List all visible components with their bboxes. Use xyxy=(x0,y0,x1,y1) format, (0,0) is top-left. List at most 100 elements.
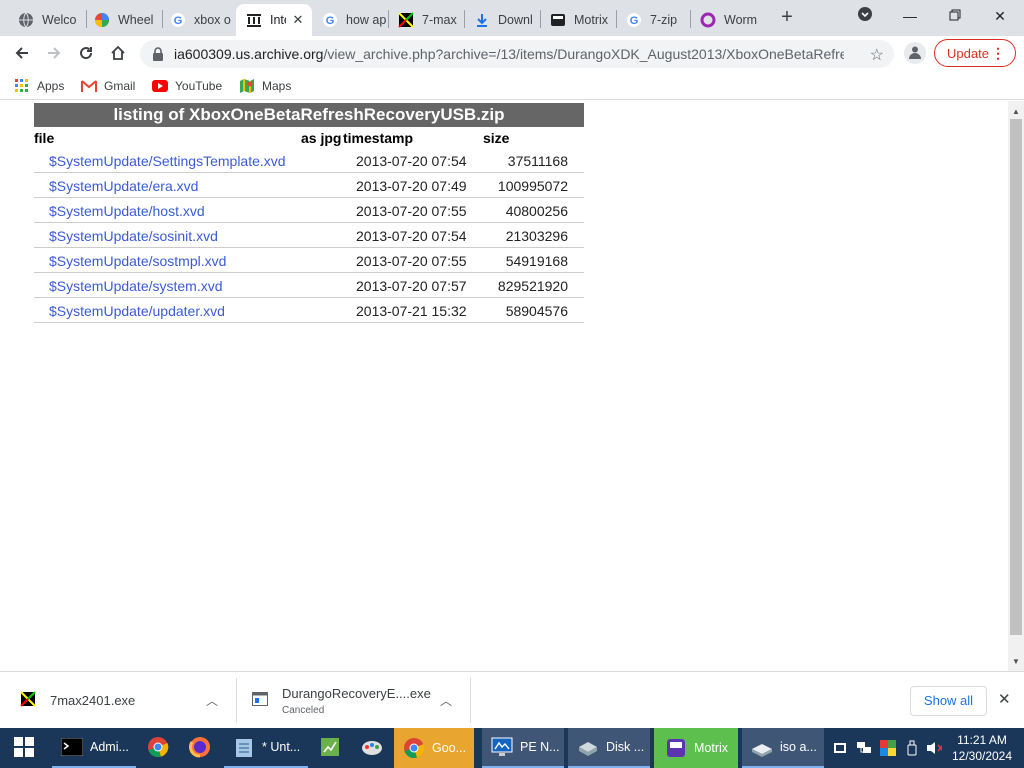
bookmark-label: Maps xyxy=(262,79,292,93)
taskbar-item-disk[interactable]: Disk ... xyxy=(568,728,650,768)
chrome-icon xyxy=(402,736,426,760)
arrow-right-icon xyxy=(46,45,62,64)
taskbar-item-google-chrome-window[interactable]: Goo... xyxy=(394,728,474,768)
reload-button[interactable] xyxy=(72,40,100,68)
forward-button[interactable] xyxy=(40,40,68,68)
tab-worm[interactable]: Worm xyxy=(690,4,766,36)
file-link[interactable]: $SystemUpdate/sostmpl.xvd xyxy=(49,253,226,269)
tab-internet-archive[interactable]: Inte ✕ xyxy=(236,4,312,36)
tab-title: Worm xyxy=(724,13,758,27)
address-bar[interactable]: ia600309.us.archive.org/view_archive.php… xyxy=(140,40,894,68)
minimize-button[interactable]: — xyxy=(888,2,932,30)
youtube-icon xyxy=(152,78,168,94)
scrollbar-thumb[interactable] xyxy=(1010,119,1022,635)
restore-button[interactable] xyxy=(933,2,977,30)
volume-muted-icon[interactable] xyxy=(926,740,942,756)
close-window-button[interactable]: ✕ xyxy=(978,2,1022,30)
download-divider xyxy=(236,678,237,723)
tab-title: how ap xyxy=(346,13,387,27)
size-cell: 21303296 xyxy=(505,228,568,244)
color-app-icon[interactable] xyxy=(880,740,896,756)
taskbar-label: Admi... xyxy=(90,740,129,754)
vertical-scrollbar[interactable]: ▲ ▼ xyxy=(1008,101,1024,671)
tab-search-button[interactable] xyxy=(843,2,887,30)
chevron-up-icon[interactable]: ︿ xyxy=(440,692,452,709)
column-header-file: file xyxy=(34,130,55,146)
close-icon[interactable]: ✕ xyxy=(998,690,1011,708)
bookmark-youtube[interactable]: YouTube xyxy=(152,76,222,96)
profile-avatar[interactable] xyxy=(904,42,926,64)
tab-title: xbox o xyxy=(194,13,231,27)
tab-how-ap[interactable]: G how ap xyxy=(312,4,388,36)
download-filename: 7max2401.exe xyxy=(50,693,136,708)
chevron-up-icon[interactable]: ︿ xyxy=(206,692,218,709)
tab-strip: Welco Wheel G xbox o Inte ✕ G how ap 7-m… xyxy=(0,0,1024,36)
bookmark-maps[interactable]: Maps xyxy=(239,76,291,96)
taskbar-item-firefox[interactable] xyxy=(180,728,220,768)
system-clock[interactable]: 11:21 AM 12/30/2024 xyxy=(950,732,1014,764)
file-link[interactable]: $SystemUpdate/host.xvd xyxy=(49,203,205,219)
tab-title: 7-zip xyxy=(650,13,678,27)
archive-icon xyxy=(246,12,262,28)
download-item-7max[interactable]: 7max2401.exe ︿ xyxy=(20,672,230,729)
taskbar-item-iso[interactable]: iso a... xyxy=(742,728,824,768)
tab-title: Motrix xyxy=(574,13,609,27)
tab-7zip[interactable]: G 7-zip xyxy=(616,4,690,36)
page-content: listing of XboxOneBetaRefreshRecoveryUSB… xyxy=(0,101,1008,671)
update-label: Update xyxy=(947,45,989,61)
new-tab-button[interactable]: + xyxy=(776,6,798,28)
bookmark-label: YouTube xyxy=(175,79,223,93)
more-vert-icon[interactable]: ⋮ xyxy=(991,44,1005,62)
network-icon[interactable] xyxy=(856,740,872,756)
tab-wheel[interactable]: Wheel xyxy=(84,4,162,36)
back-button[interactable] xyxy=(8,40,36,68)
table-row: $SystemUpdate/host.xvd 2013-07-20 07:55 … xyxy=(34,198,584,223)
file-link[interactable]: $SystemUpdate/sosinit.xvd xyxy=(49,228,218,244)
start-button[interactable] xyxy=(0,728,48,768)
taskbar-item-motrix[interactable]: Motrix xyxy=(654,728,738,768)
download-filename: DurangoRecoveryE....exe xyxy=(282,685,431,701)
tab-welcome[interactable]: Welco xyxy=(8,4,86,36)
arrow-left-icon xyxy=(14,45,30,64)
worm-icon xyxy=(700,12,716,28)
url-text: ia600309.us.archive.org/view_archive.php… xyxy=(174,46,844,62)
taskbar-item-admin-cmd[interactable]: Admi... xyxy=(52,728,136,768)
scroll-down-icon[interactable]: ▼ xyxy=(1011,657,1021,666)
update-button[interactable]: Update ⋮ xyxy=(934,39,1016,67)
tab-xbox[interactable]: G xbox o xyxy=(160,4,236,36)
taskbar-item-spreadsheet[interactable] xyxy=(310,728,350,768)
notepad-icon xyxy=(232,735,256,759)
chrome-icon xyxy=(147,736,169,761)
tray-app-icon[interactable] xyxy=(832,740,848,756)
bookmark-star-icon[interactable]: ☆ xyxy=(870,45,884,65)
file-link[interactable]: $SystemUpdate/era.xvd xyxy=(49,178,198,194)
show-all-button[interactable]: Show all xyxy=(910,686,987,716)
column-header-size: size xyxy=(483,130,510,146)
file-link[interactable]: $SystemUpdate/SettingsTemplate.xvd xyxy=(49,153,286,169)
clock-date: 12/30/2024 xyxy=(951,749,1013,763)
tab-7max[interactable]: 7-max xyxy=(388,4,464,36)
globe-icon xyxy=(18,12,34,28)
usb-icon[interactable] xyxy=(904,740,920,756)
bookmark-gmail[interactable]: Gmail xyxy=(81,76,135,96)
file-link[interactable]: $SystemUpdate/updater.xvd xyxy=(49,303,225,319)
tab-motrix[interactable]: Motrix xyxy=(540,4,616,36)
file-link[interactable]: $SystemUpdate/system.xvd xyxy=(49,278,223,294)
taskbar-item-notepad[interactable]: * Unt... xyxy=(224,728,308,768)
close-icon[interactable]: ✕ xyxy=(290,12,306,28)
scroll-up-icon[interactable]: ▲ xyxy=(1011,107,1021,116)
tab-download[interactable]: Downl xyxy=(464,4,540,36)
reload-icon xyxy=(78,45,94,64)
cmd-icon xyxy=(60,735,84,759)
timestamp-cell: 2013-07-21 15:32 xyxy=(356,303,467,319)
tab-title: Inte xyxy=(270,13,286,27)
tab-title: 7-max xyxy=(422,13,457,27)
apps-grid-icon xyxy=(14,78,30,94)
download-item-durango[interactable]: DurangoRecoveryE....exe Canceled ︿ xyxy=(252,672,462,729)
taskbar-item-paint[interactable] xyxy=(352,728,392,768)
home-button[interactable] xyxy=(104,40,132,68)
taskbar-item-pe-network[interactable]: PE N... xyxy=(482,728,564,768)
taskbar-item-chrome[interactable] xyxy=(138,728,178,768)
clock-time: 11:21 AM xyxy=(957,733,1007,747)
bookmark-apps[interactable]: Apps xyxy=(14,76,64,96)
